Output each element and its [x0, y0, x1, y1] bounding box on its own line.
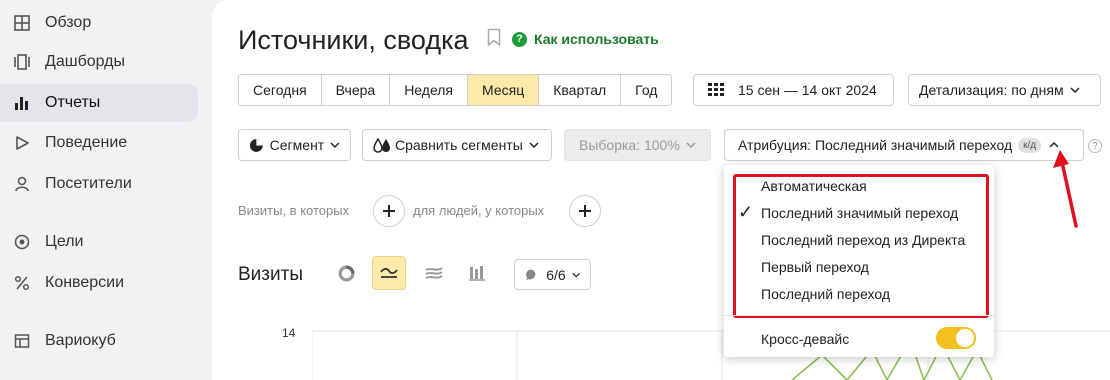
plus-icon — [383, 205, 395, 217]
series-selector-button[interactable]: 6/6 — [514, 259, 591, 290]
pie-icon — [249, 138, 263, 152]
sidebar-item-reports[interactable]: Отчеты — [0, 84, 198, 122]
sidebar-item-label: Вариокуб — [45, 332, 116, 349]
visits-filter-label: Визиты, в которых — [238, 203, 350, 218]
user-icon — [12, 174, 32, 194]
question-icon: ? — [512, 31, 527, 47]
sidebar-item-label: Обзор — [45, 14, 92, 31]
period-quarter-button[interactable]: Квартал — [539, 75, 622, 105]
howto-link[interactable]: ? Как использовать — [512, 31, 659, 47]
help-icon[interactable]: ? — [1088, 139, 1102, 153]
add-visit-filter-button[interactable] — [373, 195, 405, 227]
attribution-option-last[interactable]: Последний переход — [761, 286, 890, 302]
sample-label: Выборка: 100% — [579, 137, 680, 153]
toggle-knob — [956, 329, 974, 347]
sidebar-item-behavior[interactable]: Поведение — [0, 124, 198, 162]
sidebar-item-label: Цели — [45, 233, 84, 250]
period-selector: Сегодня Вчера Неделя Месяц Квартал Год — [238, 74, 673, 106]
dashboard-icon — [12, 52, 32, 72]
play-icon — [12, 133, 32, 153]
date-range-label: 15 сен — 14 окт 2024 — [738, 82, 877, 98]
chevron-down-icon — [1070, 87, 1080, 93]
grid-icon — [12, 13, 32, 33]
chevron-down-icon — [529, 142, 539, 148]
attribution-option-last-significant[interactable]: Последний значимый переход — [761, 205, 958, 221]
series-count-label: 6/6 — [546, 266, 566, 283]
sidebar-item-label: Отчеты — [45, 94, 101, 111]
period-yesterday-button[interactable]: Вчера — [321, 75, 391, 105]
period-week-button[interactable]: Неделя — [390, 75, 469, 105]
plus-icon — [579, 205, 591, 217]
sidebar-item-label: Дашборды — [45, 53, 125, 70]
chart-type-bar-button[interactable] — [460, 256, 494, 290]
sidebar-item-overview[interactable]: Обзор — [0, 4, 198, 42]
segment-button[interactable]: Сегмент — [238, 129, 351, 161]
pie-chart-icon — [338, 265, 354, 281]
attribution-label: Атрибуция: Последний значимый переход — [738, 137, 1013, 153]
percent-icon — [12, 273, 32, 293]
chart-type-area-button[interactable] — [417, 256, 451, 290]
area-chart-icon — [425, 267, 443, 279]
target-icon — [12, 232, 32, 252]
segment-label: Сегмент — [269, 137, 325, 153]
period-year-button[interactable]: Год — [621, 75, 672, 105]
chart-title: Визиты — [238, 264, 303, 285]
chevron-down-icon — [330, 142, 340, 148]
cross-device-label: Кросс-девайс — [761, 331, 850, 347]
date-range-button[interactable]: 15 сен — 14 окт 2024 — [693, 74, 894, 106]
people-filter-label: для людей, у которых — [413, 203, 545, 218]
chevron-down-icon — [686, 142, 696, 148]
sidebar-item-goals[interactable]: Цели — [0, 223, 198, 261]
drops-icon — [373, 137, 390, 153]
sidebar-item-label: Конверсии — [45, 274, 125, 291]
sidebar-item-conversions[interactable]: Конверсии — [0, 264, 198, 302]
sidebar-item-dashboards[interactable]: Дашборды — [0, 43, 198, 81]
annotation-arrow-icon — [1053, 150, 1078, 228]
bar-chart-icon — [12, 93, 32, 113]
cross-device-toggle[interactable] — [936, 327, 976, 349]
detail-dropdown[interactable]: Детализация: по дням — [908, 74, 1101, 106]
menu-divider — [724, 315, 994, 316]
attribution-dropdown[interactable]: Атрибуция: Последний значимый переход к/… — [724, 129, 1084, 161]
checkmark-icon: ✓ — [738, 202, 754, 222]
comment-icon — [526, 269, 536, 280]
sample-button[interactable]: Выборка: 100% — [564, 129, 711, 161]
sidebar-item-label: Поведение — [45, 134, 128, 151]
column-chart-icon — [469, 266, 485, 281]
line-chart-icon — [380, 267, 398, 278]
attribution-option-automatic[interactable]: Автоматическая — [761, 178, 867, 194]
howto-label: Как использовать — [534, 31, 659, 47]
add-people-filter-button[interactable] — [569, 195, 601, 227]
period-month-button[interactable]: Месяц — [468, 75, 540, 105]
bookmark-icon[interactable] — [487, 28, 501, 47]
chart-type-line-button[interactable] — [372, 256, 406, 290]
attribution-menu: Автоматическая ✓ Последний значимый пере… — [724, 165, 994, 357]
chevron-down-icon — [572, 272, 580, 278]
period-today-button[interactable]: Сегодня — [239, 75, 322, 105]
cross-device-badge: к/д — [1018, 137, 1042, 153]
attribution-option-first[interactable]: Первый переход — [761, 259, 869, 275]
calendar-icon — [708, 83, 724, 96]
sidebar-item-label: Посетители — [45, 175, 132, 192]
detail-label: Детализация: по дням — [919, 82, 1064, 98]
sidebar-item-variocube[interactable]: Вариокуб — [0, 322, 198, 360]
attribution-option-last-direct[interactable]: Последний переход из Директа — [761, 232, 965, 248]
sidebar: Обзор Дашборды Отчеты Поведение Посетите… — [0, 0, 210, 380]
sidebar-item-visitors[interactable]: Посетители — [0, 165, 198, 203]
page-title: Источники, сводка — [238, 25, 469, 55]
y-axis-tick-label: 14 — [282, 326, 296, 340]
compare-label: Сравнить сегменты — [395, 137, 523, 153]
compare-segments-button[interactable]: Сравнить сегменты — [362, 129, 552, 161]
table-icon — [12, 331, 32, 351]
chart-type-pie-button[interactable] — [329, 256, 363, 290]
